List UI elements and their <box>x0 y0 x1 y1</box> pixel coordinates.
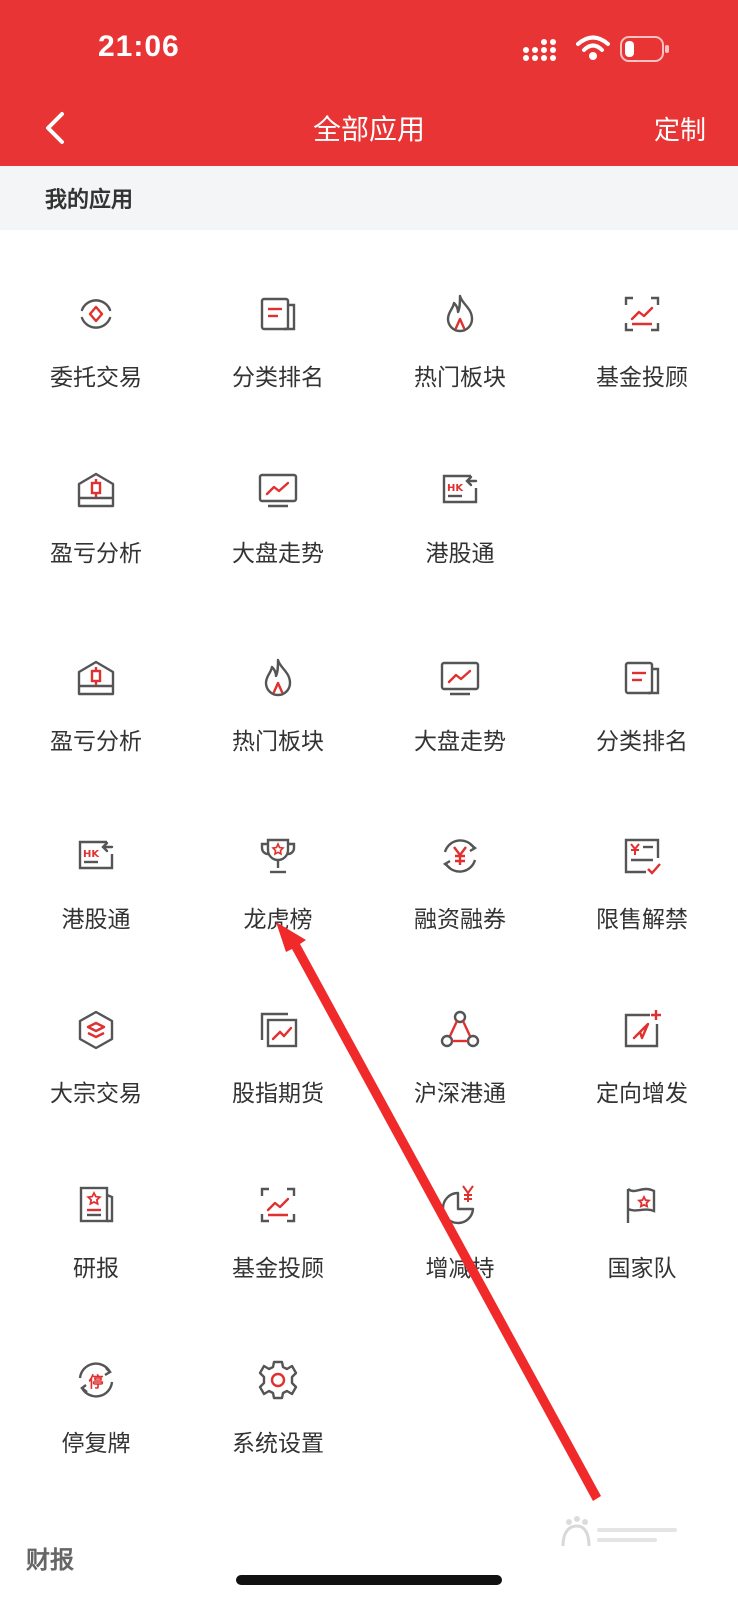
app-label: 股指期货 <box>232 1081 324 1107</box>
suspend-resume-icon <box>74 1358 118 1402</box>
app-item[interactable]: 股指期货 <box>186 998 370 1148</box>
app-item[interactable]: 大盘走势 <box>368 646 552 796</box>
flame-icon <box>438 292 482 336</box>
watermark-logo <box>561 1516 677 1547</box>
category-ranking-icon <box>256 292 300 336</box>
yen-pie-icon <box>438 1183 482 1227</box>
app-label: 盈亏分析 <box>50 541 142 567</box>
cellular-signal-icon <box>523 39 556 61</box>
app-label: 热门板块 <box>414 365 506 391</box>
app-item[interactable]: 大盘走势 <box>186 458 370 608</box>
profit-loss-box-icon <box>74 656 118 700</box>
app-item[interactable]: 委托交易 <box>4 282 188 432</box>
flame-icon <box>256 656 300 700</box>
market-trend-monitor-icon <box>256 468 300 512</box>
section-title: 我的应用 <box>45 188 134 213</box>
app-item[interactable]: 盈亏分析 <box>4 458 188 608</box>
hk-connect-icon <box>74 834 118 878</box>
app-item[interactable]: 国家队 <box>550 1173 734 1323</box>
trophy-icon <box>256 834 300 878</box>
app-label: 港股通 <box>425 541 495 567</box>
app-label: 限售解禁 <box>596 907 688 933</box>
app-label: 分类排名 <box>596 729 688 755</box>
app-item[interactable]: 沪深港通 <box>368 998 552 1148</box>
app-label: 大宗交易 <box>50 1081 142 1107</box>
page-title: 全部应用 <box>312 113 425 146</box>
hk-connect-icon <box>438 468 482 512</box>
app-label: 盈亏分析 <box>50 729 142 755</box>
entrust-trade-icon <box>74 292 118 336</box>
app-item[interactable]: 系统设置 <box>186 1348 370 1498</box>
app-item[interactable]: 港股通 <box>4 824 188 974</box>
app-item[interactable]: 热门板块 <box>368 282 552 432</box>
app-item[interactable]: 龙虎榜 <box>186 824 370 974</box>
yen-checklist-icon <box>620 834 664 878</box>
app-item[interactable]: 热门板块 <box>186 646 370 796</box>
app-label: 热门板块 <box>232 729 324 755</box>
fund-advisor-icon <box>620 292 664 336</box>
app-label: 系统设置 <box>232 1431 324 1457</box>
app-label: 基金投顾 <box>232 1256 324 1282</box>
nav-bar: 全部应用 定制 <box>0 92 738 166</box>
app-label: 沪深港通 <box>414 1081 506 1107</box>
app-label: 增减持 <box>425 1256 495 1282</box>
next-section-title: 财报 <box>26 1546 74 1574</box>
app-label: 委托交易 <box>50 365 142 391</box>
app-item[interactable]: 研报 <box>4 1173 188 1323</box>
app-item[interactable]: 基金投顾 <box>186 1173 370 1323</box>
app-grid: 委托交易 分类排名 热门板块 基金投顾 盈亏分析 大盘走势 港股通 盈亏分析 热门板块 大盘走势分… <box>0 230 738 1510</box>
app-label: 停复牌 <box>61 1431 131 1457</box>
triangle-nodes-icon <box>438 1008 482 1052</box>
yen-cycle-icon <box>438 834 482 878</box>
app-item[interactable]: 融资融券 <box>368 824 552 974</box>
home-indicator <box>236 1575 502 1585</box>
directed-issue-icon <box>620 1008 664 1052</box>
app-label: 定向增发 <box>596 1081 688 1107</box>
app-item[interactable]: 分类排名 <box>186 282 370 432</box>
app-item[interactable]: 基金投顾 <box>550 282 734 432</box>
app-label: 龙虎榜 <box>243 907 313 933</box>
app-label: 分类排名 <box>232 365 324 391</box>
app-item[interactable]: 增减持 <box>368 1173 552 1323</box>
app-label: 大盘走势 <box>414 729 506 755</box>
battery-icon <box>620 36 669 62</box>
section-header: 我的应用 <box>0 166 738 230</box>
customize-button[interactable]: 定制 <box>654 110 706 147</box>
app-item[interactable]: 停复牌 <box>4 1348 188 1498</box>
research-report-icon <box>74 1183 118 1227</box>
app-item[interactable]: 定向增发 <box>550 998 734 1148</box>
app-item[interactable]: 盈亏分析 <box>4 646 188 796</box>
app-label: 国家队 <box>607 1256 677 1282</box>
flag-star-icon <box>620 1183 664 1227</box>
layers-hexagon-icon <box>74 1008 118 1052</box>
app-label: 港股通 <box>61 907 131 933</box>
app-label: 大盘走势 <box>232 541 324 567</box>
index-futures-icon <box>256 1008 300 1052</box>
fund-advisor-icon <box>256 1183 300 1227</box>
app-item[interactable]: 大宗交易 <box>4 998 188 1148</box>
status-bar: 21:06 <box>0 0 738 92</box>
status-time: 21:06 <box>98 30 180 63</box>
market-trend-monitor-icon <box>438 656 482 700</box>
app-item[interactable]: 分类排名 <box>550 646 734 796</box>
app-label: 研报 <box>73 1256 119 1282</box>
app-label: 基金投顾 <box>596 365 688 391</box>
profit-loss-box-icon <box>74 468 118 512</box>
category-ranking-icon <box>620 656 664 700</box>
gear-icon <box>256 1358 300 1402</box>
app-item[interactable]: 港股通 <box>368 458 552 608</box>
app-label: 融资融券 <box>414 907 506 933</box>
app-item[interactable]: 限售解禁 <box>550 824 734 974</box>
wifi-icon <box>576 35 610 60</box>
